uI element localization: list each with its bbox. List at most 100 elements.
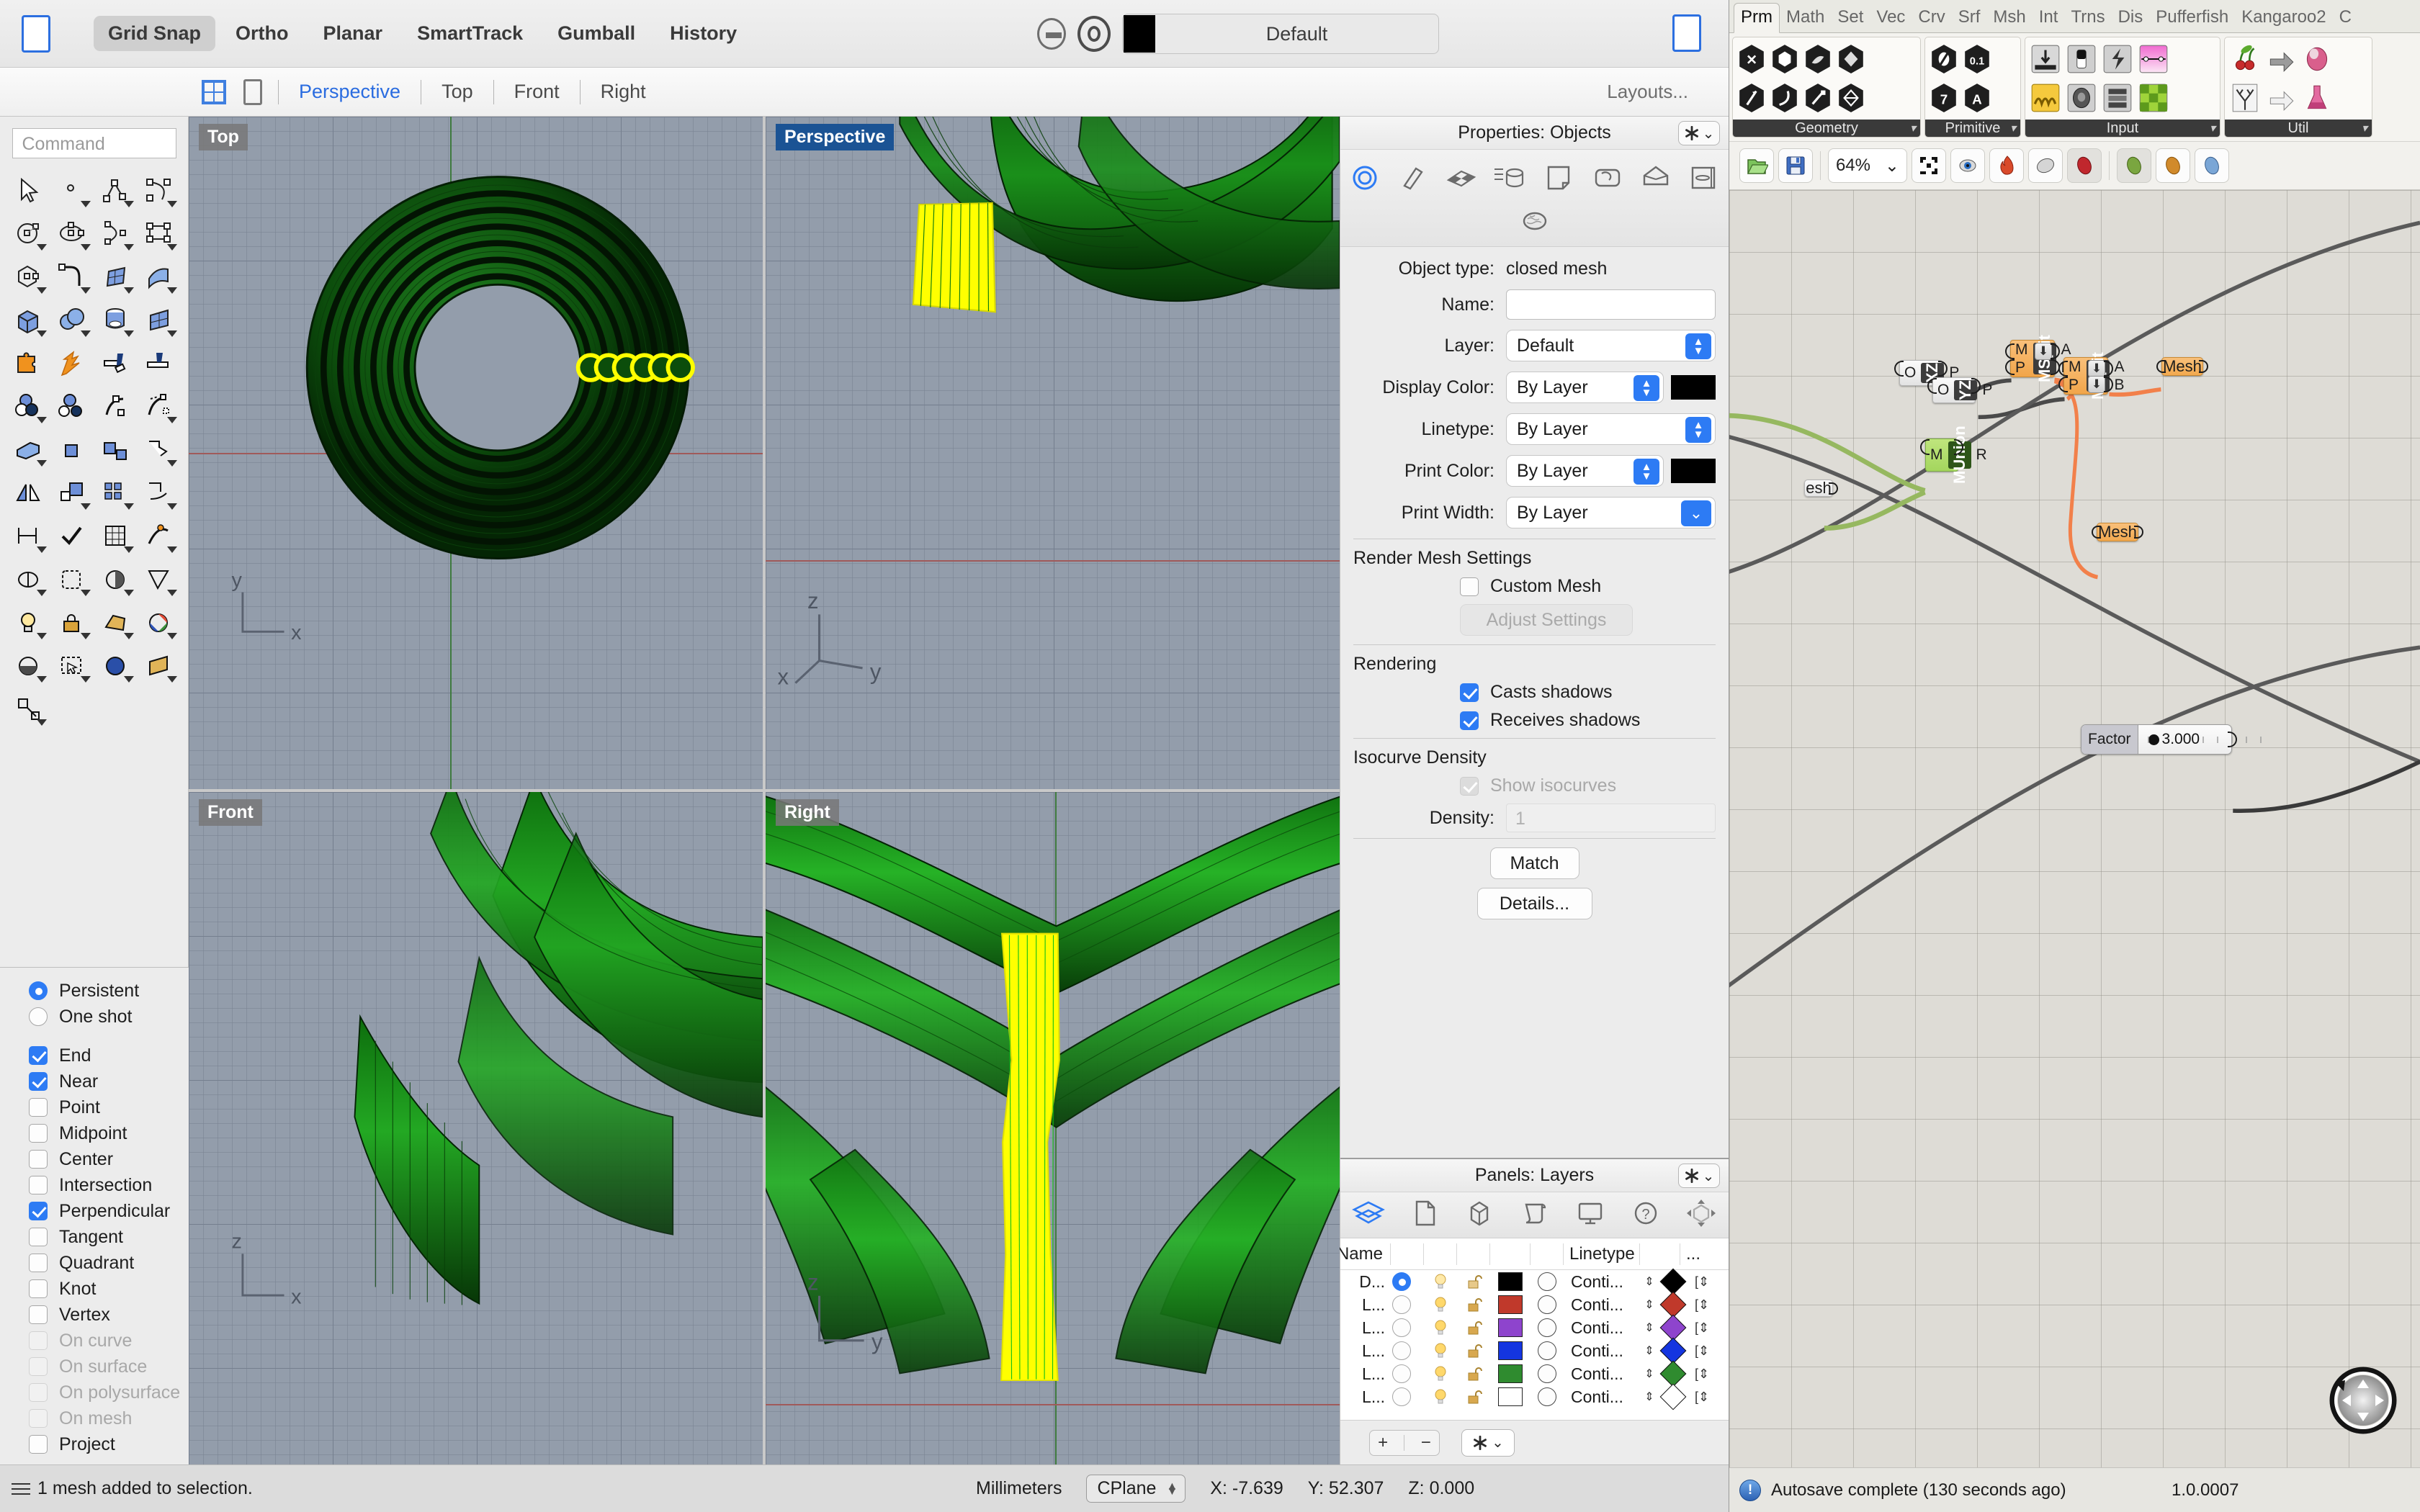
chevron-down-icon[interactable]: ⌄ <box>1885 156 1899 176</box>
mode-grid-snap[interactable]: Grid Snap <box>94 16 216 51</box>
lock-toggle[interactable] <box>1457 1387 1490 1406</box>
trim-tool[interactable] <box>94 343 138 384</box>
layer-color-swatch[interactable] <box>1498 1387 1523 1406</box>
mesh-blob-icon[interactable] <box>1514 202 1556 240</box>
sidebar-toggle-left-button[interactable] <box>22 14 50 53</box>
mode-history[interactable]: History <box>655 16 751 51</box>
zoom-level-dropdown[interactable]: 64% ⌄ <box>1828 148 1907 183</box>
osnap-intersection[interactable]: Intersection <box>29 1172 189 1198</box>
checkbox-midpoint[interactable] <box>29 1124 48 1143</box>
stepper-icon[interactable]: ⇕ <box>1640 1320 1659 1335</box>
osnap-center[interactable]: Center <box>29 1146 189 1172</box>
tab-pufferfish[interactable]: Pufferfish <box>2149 4 2235 32</box>
preview-mesh-quality-button[interactable] <box>2028 148 2063 183</box>
arc-tool[interactable] <box>94 213 138 255</box>
four-view-layout-icon[interactable] <box>202 79 226 104</box>
checkbox-perpendicular[interactable] <box>29 1202 48 1220</box>
colour-swatch-icon[interactable] <box>2137 81 2170 114</box>
display-icon[interactable] <box>1573 1198 1608 1232</box>
polysurface-icon[interactable] <box>1635 159 1677 197</box>
rectangle-tool[interactable] <box>138 213 181 255</box>
sphere-shade-tool[interactable] <box>94 645 138 687</box>
grasshopper-canvas[interactable]: O XZ P O YZ P MP MSplit AB ⬇ <box>1729 190 2420 1467</box>
mesh-plane-tool[interactable] <box>138 300 181 341</box>
gh-node-mesh-param-2[interactable]: Mesh <box>2092 523 2143 541</box>
material-swatch[interactable] <box>1531 1364 1564 1383</box>
lock-tool[interactable] <box>50 602 94 644</box>
osnap-quadrant[interactable]: Quadrant <box>29 1250 189 1276</box>
add-remove-layer-buttons[interactable]: + − <box>1369 1429 1440 1456</box>
fillet-tool[interactable] <box>50 256 94 298</box>
properties-gear-menu-button[interactable]: ⌄ <box>1678 121 1720 145</box>
checkbox-near[interactable] <box>29 1072 48 1091</box>
osnap-vertex[interactable]: Vertex <box>29 1302 189 1328</box>
material-properties-icon[interactable] <box>1392 159 1434 197</box>
visibility-toggle[interactable] <box>1424 1364 1457 1383</box>
layer-dropdown[interactable]: Default ▲ ▼ <box>1506 330 1716 361</box>
shade-tool[interactable] <box>94 559 138 600</box>
checkbox-center[interactable] <box>29 1150 48 1169</box>
input-port[interactable] <box>2092 526 2101 539</box>
checkbox-quadrant[interactable] <box>29 1254 48 1272</box>
layer-linetype[interactable]: Conti... <box>1564 1318 1640 1338</box>
single-view-layout-icon[interactable] <box>243 78 262 105</box>
preview-shaded-button[interactable] <box>2067 148 2102 183</box>
relay-icon[interactable] <box>2264 81 2298 114</box>
curve-tool[interactable] <box>138 170 181 212</box>
boolean-puzzle-tool[interactable] <box>7 343 50 384</box>
radio-current[interactable] <box>1392 1318 1411 1337</box>
remove-layer-button[interactable]: − <box>1421 1433 1431 1453</box>
command-input[interactable]: Command <box>12 128 176 158</box>
checkbox-end[interactable] <box>29 1046 48 1065</box>
draw-full-names-button[interactable] <box>2195 148 2229 183</box>
split-tool[interactable] <box>138 343 181 384</box>
notes-scroll-icon[interactable] <box>1518 1198 1552 1232</box>
print-width-dropdown[interactable]: By Layer ⌄ <box>1506 497 1716 528</box>
tab-trns[interactable]: Trns <box>2064 4 2111 32</box>
osnap-mode-oneshot[interactable]: One shot <box>29 1004 189 1030</box>
viewport-label-perspective[interactable]: Perspective <box>776 124 895 150</box>
layers-gear-menu-button[interactable]: ⌄ <box>1678 1164 1720 1188</box>
material-swatch[interactable] <box>1531 1341 1564 1360</box>
viewport-label-front[interactable]: Front <box>199 799 262 826</box>
param-line-icon[interactable] <box>1803 82 1833 114</box>
material-swatch[interactable] <box>1531 1295 1564 1314</box>
boolean-difference-tool[interactable] <box>50 386 94 428</box>
visibility-toggle[interactable] <box>1424 1295 1457 1314</box>
osnap-mode-persistent[interactable]: Persistent <box>29 978 189 1004</box>
stepper-icon[interactable]: ⇕ <box>1640 1390 1659 1404</box>
download-output-b-button[interactable]: ⬇ <box>2088 376 2105 393</box>
current-layer-icon[interactable] <box>1077 16 1111 52</box>
sphere-tool[interactable] <box>50 300 94 341</box>
layer-linetype[interactable]: Conti... <box>1564 1295 1640 1315</box>
stepper-icon[interactable]: ▲ ▼ <box>1166 1480 1178 1497</box>
solution-trigger-button[interactable] <box>1989 148 2024 183</box>
stepper-icon[interactable]: ▲ ▼ <box>1685 417 1711 443</box>
linetype-dropdown[interactable]: By Layer ▲ ▼ <box>1506 413 1716 445</box>
tab-math[interactable]: Math <box>1780 4 1831 32</box>
stepper-icon[interactable]: ⇕ <box>1640 1297 1659 1312</box>
osnap-near[interactable]: Near <box>29 1068 189 1094</box>
mirror-tool[interactable] <box>7 472 50 514</box>
checkbox-casts-shadows[interactable] <box>1460 683 1479 702</box>
tab-dis[interactable]: Dis <box>2112 4 2150 32</box>
surface-from-points-tool[interactable] <box>94 256 138 298</box>
checkbox-receives-shadows[interactable] <box>1460 711 1479 730</box>
gh-node-mesh-param-1[interactable]: Mesh <box>2156 357 2208 376</box>
canvas-navigation-widget[interactable] <box>2323 1359 2403 1439</box>
casts-shadows-row[interactable]: Casts shadows <box>1460 682 1716 703</box>
print-width-stepper[interactable]: [⇕ <box>1688 1390 1716 1405</box>
layouts-button[interactable]: Layouts... <box>1607 81 1688 103</box>
param-brep-icon[interactable] <box>1836 43 1866 75</box>
data-tree-icon[interactable] <box>2228 81 2262 114</box>
print-color-diamond[interactable] <box>1659 1383 1687 1410</box>
layer-linetype[interactable]: Conti... <box>1564 1364 1640 1384</box>
named-views-icon[interactable] <box>1684 1198 1718 1232</box>
tab-front[interactable]: Front <box>510 81 564 103</box>
radio-current[interactable] <box>1392 1295 1411 1314</box>
viewport-label-right[interactable]: Right <box>776 799 839 826</box>
object-properties-icon[interactable] <box>1344 159 1386 197</box>
gh-node-yz-plane[interactable]: O YZ P <box>1927 377 1992 403</box>
radio-current[interactable] <box>1392 1387 1411 1406</box>
project-tool[interactable] <box>138 472 181 514</box>
